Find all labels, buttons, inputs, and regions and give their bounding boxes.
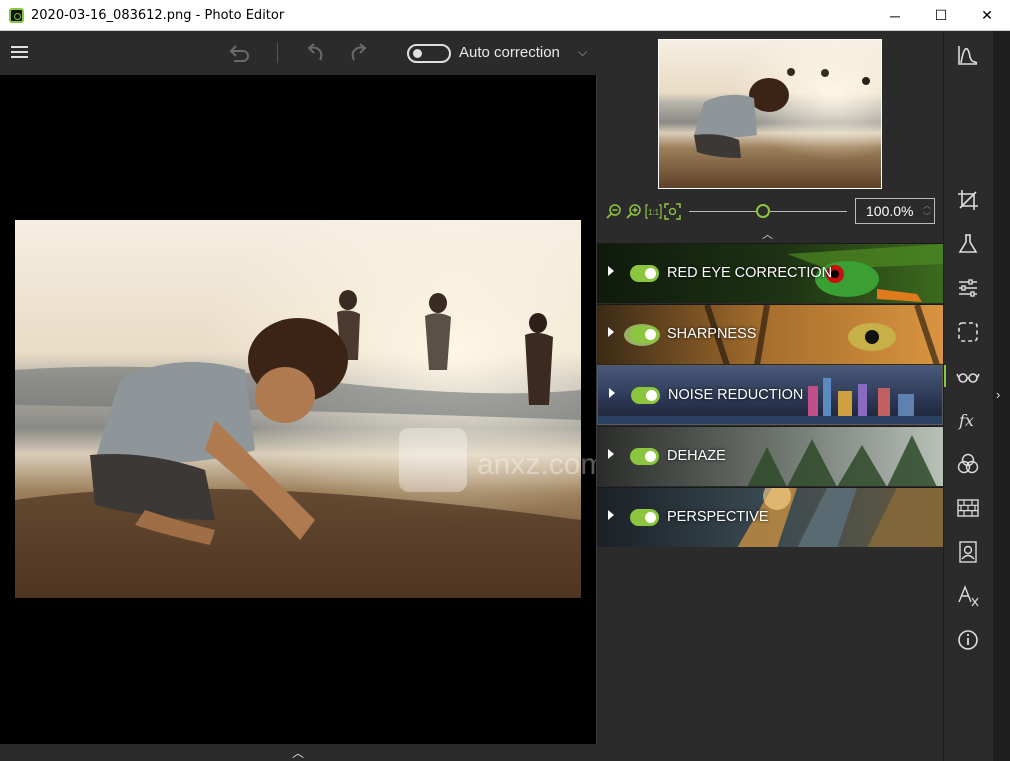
- zoom-value-field[interactable]: 100.0% ︿ ﹀: [855, 198, 935, 224]
- info-icon[interactable]: [956, 628, 980, 652]
- module-toggle[interactable]: [630, 326, 659, 343]
- fit-to-screen-icon[interactable]: [664, 203, 681, 220]
- maximize-button[interactable]: ☐: [918, 0, 964, 31]
- svg-text:1:1: 1:1: [648, 208, 660, 217]
- module-label: PERSPECTIVE: [667, 509, 769, 525]
- expand-arrow-icon[interactable]: [608, 266, 614, 276]
- auto-correction-toggle[interactable]: [407, 44, 451, 63]
- tool-rail: fx: [943, 31, 993, 761]
- menu-icon[interactable]: [11, 46, 28, 58]
- chevron-down-icon[interactable]: ⌵: [578, 45, 587, 60]
- glasses-icon[interactable]: [956, 364, 980, 388]
- minimize-button[interactable]: ─: [872, 0, 918, 31]
- module-sharpness[interactable]: SHARPNESS: [597, 304, 943, 364]
- zoom-in-icon[interactable]: [625, 203, 642, 220]
- undo-icon[interactable]: [302, 40, 328, 66]
- color-circles-icon[interactable]: [956, 452, 980, 476]
- thumbnail-image: [659, 40, 881, 188]
- module-toggle[interactable]: [630, 448, 659, 465]
- module-label: DEHAZE: [667, 448, 726, 464]
- module-label: NOISE REDUCTION: [668, 387, 804, 403]
- auto-correction-label: Auto correction: [459, 44, 560, 61]
- zoom-out-icon[interactable]: [605, 203, 622, 220]
- expand-arrow-icon[interactable]: [608, 510, 614, 520]
- undo-all-icon[interactable]: [226, 40, 252, 66]
- fx-icon[interactable]: fx: [956, 408, 980, 432]
- flask-icon[interactable]: [956, 232, 980, 256]
- text-effects-icon[interactable]: [956, 584, 980, 608]
- zoom-value: 100.0%: [866, 203, 914, 219]
- toolbar-divider: [277, 43, 278, 63]
- title-bar: 2020-03-16_083612.png - Photo Editor ─ ☐…: [0, 0, 1010, 31]
- panel-collapse-strip[interactable]: ›: [993, 31, 1010, 761]
- expand-arrow-icon[interactable]: [609, 388, 615, 398]
- actual-size-icon[interactable]: 1:1: [645, 203, 662, 220]
- zoom-controls: 1:1 100.0% ︿ ﹀: [597, 196, 943, 226]
- bricks-icon[interactable]: [956, 496, 980, 520]
- photo-editor-window: 2020-03-16_083612.png - Photo Editor ─ ☐…: [0, 0, 1010, 761]
- filmstrip-bar: ︿: [0, 744, 597, 761]
- histogram-icon[interactable]: [956, 43, 980, 67]
- module-dehaze[interactable]: DEHAZE: [597, 426, 943, 486]
- app-logo-icon: [9, 8, 24, 23]
- close-button[interactable]: ✕: [964, 0, 1010, 31]
- portrait-icon[interactable]: [956, 540, 980, 564]
- redo-icon[interactable]: [346, 40, 372, 66]
- editor-toolbar: Auto correction ⌵: [0, 31, 597, 75]
- module-label: SHARPNESS: [667, 326, 757, 342]
- crop-icon[interactable]: [956, 188, 980, 212]
- svg-text:fx: fx: [958, 411, 974, 430]
- adjustment-panel: 1:1 100.0% ︿ ﹀ ︿ RED EYE CORRECTION SHAR…: [597, 31, 943, 761]
- chevron-up-icon[interactable]: ︿: [762, 226, 773, 242]
- main-photo: [15, 220, 581, 598]
- active-tool-indicator: [944, 365, 946, 387]
- zoom-slider-handle[interactable]: [756, 204, 771, 218]
- module-toggle[interactable]: [630, 509, 659, 526]
- module-label: RED EYE CORRECTION: [667, 265, 833, 281]
- module-perspective[interactable]: PERSPECTIVE: [597, 487, 943, 547]
- selection-icon[interactable]: [956, 320, 980, 344]
- zoom-spinner[interactable]: ︿ ﹀: [923, 200, 931, 222]
- module-noise-reduction[interactable]: NOISE REDUCTION: [597, 365, 943, 425]
- expand-arrow-icon[interactable]: [608, 449, 614, 459]
- chevron-up-icon[interactable]: ︿: [292, 744, 304, 761]
- watermark-logo: anxz.com: [399, 428, 597, 492]
- module-toggle[interactable]: [630, 265, 659, 282]
- expand-arrow-icon[interactable]: [608, 327, 614, 337]
- watermark-text: anxz.com: [477, 448, 597, 481]
- window-title: 2020-03-16_083612.png - Photo Editor: [31, 8, 285, 23]
- chevron-right-icon[interactable]: ›: [996, 387, 1000, 402]
- adjustments-icon[interactable]: [956, 276, 980, 300]
- image-canvas[interactable]: anxz.com: [0, 75, 597, 744]
- navigator-thumbnail[interactable]: [658, 39, 882, 189]
- module-red-eye-correction[interactable]: RED EYE CORRECTION: [597, 243, 943, 303]
- module-toggle[interactable]: [631, 387, 660, 404]
